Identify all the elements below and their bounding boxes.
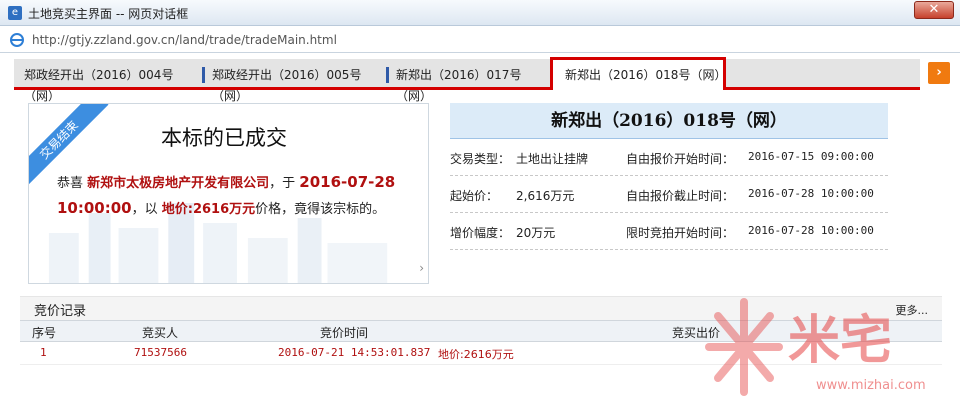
desc-mid1: ，于 [269, 176, 300, 191]
cell-price: 地价:2616万元 [438, 348, 514, 361]
cell-no: 1 [40, 346, 47, 359]
desc-suffix: 价格，竟得该宗标的。 [255, 202, 386, 217]
result-description: 恭喜 新郑市太极房地产开发有限公司，于 2016-07-28 10:00:00，… [57, 170, 397, 222]
watermark-site: www.mizhai.com [816, 378, 926, 393]
tab-strip: 郑政经开出（2016）004号（网） 郑政经开出（2016）005号（网） 新郑… [14, 57, 920, 103]
window-title: 土地竞买主界面 -- 网页对话框 [28, 7, 189, 21]
tab-next-button[interactable]: › [928, 62, 950, 84]
info-value: 2016-07-15 09:00:00 [748, 150, 874, 163]
app-icon: e [8, 6, 22, 20]
parcel-title: 新郑出（2016）018号（网） [450, 103, 888, 139]
records-title: 竞价记录 [34, 304, 87, 319]
info-key: 自由报价开始时间： [626, 152, 735, 166]
col-header-no: 序号 [32, 326, 57, 340]
info-row: 起始价： 2,616万元 自由报价截止时间： 2016-07-28 10:00:… [450, 177, 888, 213]
result-heading: 本标的已成交 [161, 126, 287, 150]
info-key: 起始价： [450, 189, 499, 203]
tab-label: 郑政经开出（2016）005号（网） [212, 68, 362, 103]
chevron-right-icon[interactable]: › [419, 261, 424, 275]
url-text: http://gtjy.zzland.gov.cn/land/trade/tra… [32, 33, 337, 47]
tab-separator [386, 67, 389, 83]
info-key: 限时竞拍开始时间： [626, 226, 735, 240]
info-row: 增价幅度： 20万元 限时竞拍开始时间： 2016-07-28 10:00:00 [450, 214, 888, 250]
info-value: 2016-07-28 10:00:00 [748, 187, 874, 200]
mizhai-logo-icon [705, 298, 783, 396]
col-header-bidder: 竞买人 [142, 326, 179, 340]
window-titlebar: e 土地竞买主界面 -- 网页对话框 ✕ [0, 0, 960, 26]
deal-price: 地价:2616万元 [161, 202, 256, 217]
tab-label: 新郑出（2016）017号（网） [396, 68, 522, 103]
info-row: 交易类型： 土地出让挂牌 自由报价开始时间： 2016-07-15 09:00:… [450, 140, 888, 176]
address-bar: http://gtjy.zzland.gov.cn/land/trade/tra… [0, 27, 960, 53]
close-button[interactable]: ✕ [914, 1, 954, 19]
info-value: 20万元 [516, 226, 556, 240]
result-card: 交易结束 本标的已成交 恭喜 新郑市太极房地产开发有限公司，于 2016-07-… [28, 103, 429, 284]
info-value: 土地出让挂牌 [516, 152, 589, 166]
desc-prefix: 恭喜 [57, 176, 88, 191]
desc-mid2: ，以 [131, 202, 162, 217]
watermark-brand: 米宅 [788, 311, 893, 371]
col-header-time: 竞价时间 [320, 326, 369, 340]
browser-icon [10, 33, 24, 47]
tab-005[interactable]: 郑政经开出（2016）005号（网） [202, 65, 386, 103]
winner-company: 新郑市太极房地产开发有限公司 [87, 176, 270, 191]
cell-bidder: 71537566 [134, 346, 187, 359]
info-value: 2,616万元 [516, 189, 575, 203]
tab-017[interactable]: 新郑出（2016）017号（网） [386, 65, 550, 103]
tab-separator [202, 67, 205, 83]
tab-018-active[interactable]: 新郑出（2016）018号（网） [550, 57, 726, 90]
tab-004[interactable]: 郑政经开出（2016）004号（网） [14, 65, 202, 103]
cell-time: 2016-07-21 14:53:01.837 [278, 346, 431, 359]
watermark: 米宅 www.mizhai.com [700, 288, 960, 408]
info-key: 自由报价截止时间： [626, 189, 735, 203]
info-value: 2016-07-28 10:00:00 [748, 224, 874, 237]
info-key: 交易类型： [450, 152, 511, 166]
info-key: 增价幅度： [450, 226, 511, 240]
tab-label: 新郑出（2016）018号（网） [565, 68, 727, 82]
tab-label: 郑政经开出（2016）004号（网） [24, 68, 174, 103]
